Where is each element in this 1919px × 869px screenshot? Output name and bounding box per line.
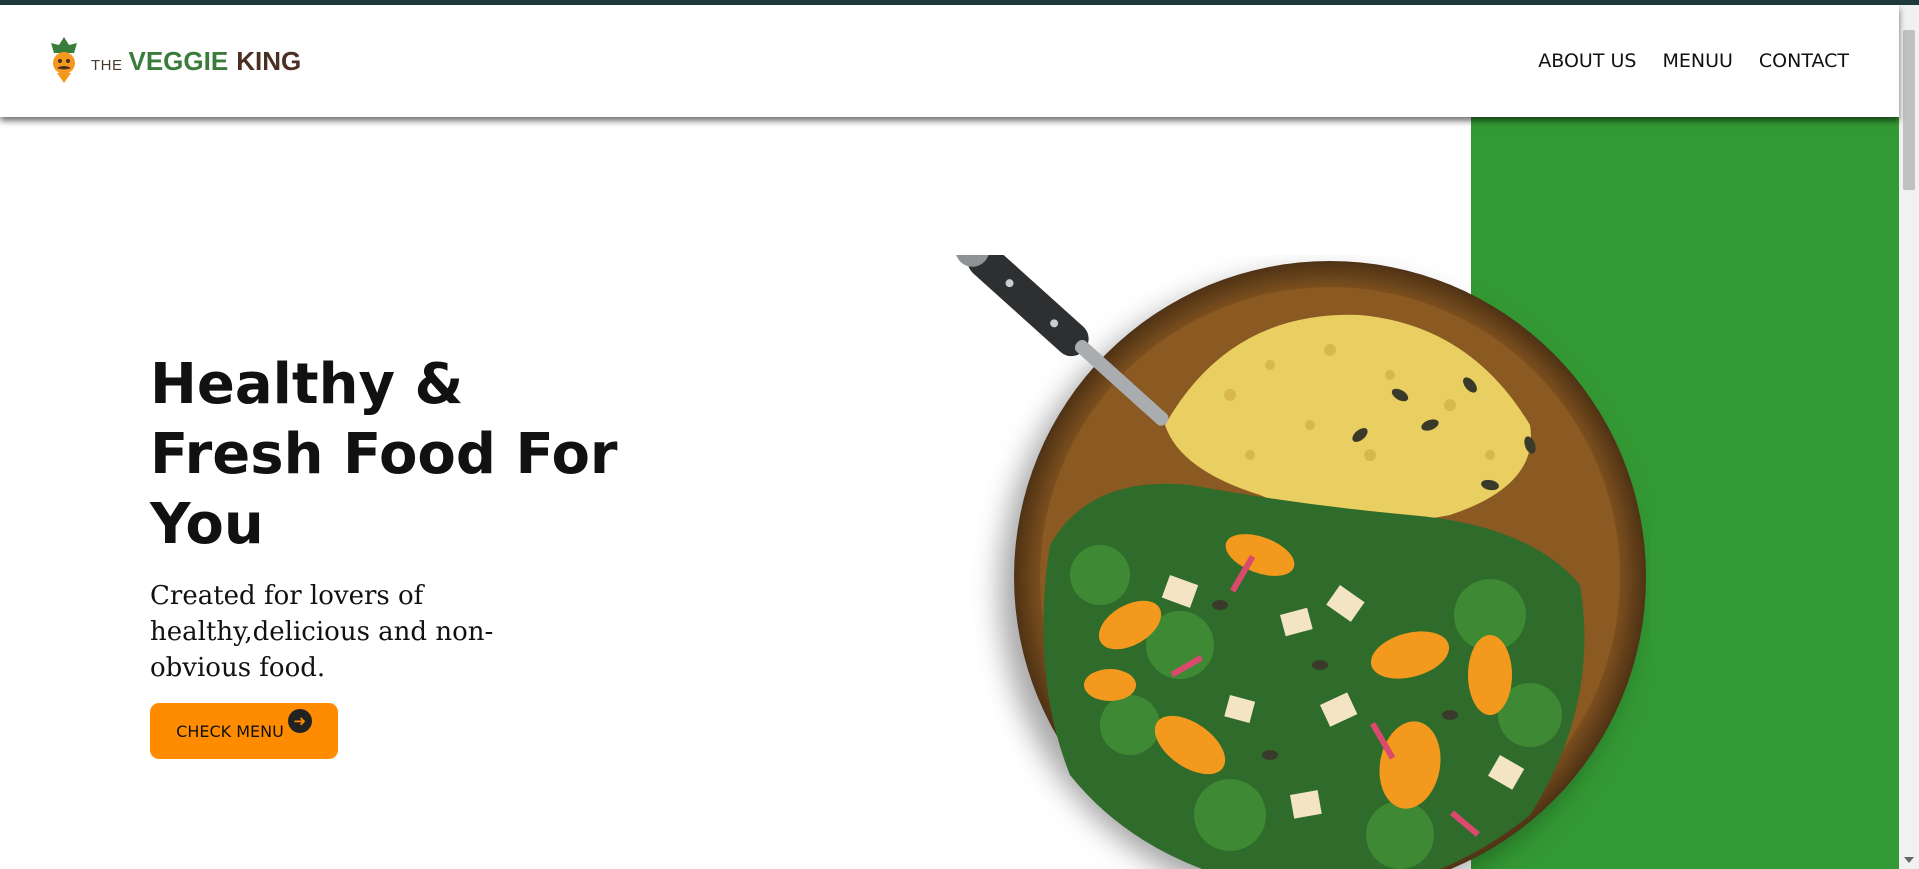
scrollbar-thumb[interactable] — [1903, 30, 1915, 190]
page-scrollbar[interactable] — [1899, 5, 1919, 869]
hero-title: Healthy & Fresh Food For You — [150, 350, 620, 560]
nav-about-us[interactable]: ABOUT US — [1538, 50, 1636, 72]
brand-king: KING — [236, 45, 302, 76]
site-header: THE VEGGIE KING ABOUT US MENUU CONTACT — [0, 5, 1899, 117]
salad-bowl-illustration — [955, 255, 1646, 869]
check-menu-button[interactable]: CHECK MENU ➜ — [150, 703, 338, 759]
brand-wordmark: THE VEGGIE KING — [91, 46, 301, 77]
nav-contact[interactable]: CONTACT — [1759, 50, 1849, 72]
scroll-down-arrow-icon[interactable] — [1904, 857, 1914, 863]
hero-subtitle: Created for lovers of healthy,delicious … — [150, 581, 494, 683]
main-nav: ABOUT US MENUU CONTACT — [1538, 50, 1849, 72]
brand-veggie: VEGGIE — [128, 45, 229, 76]
check-menu-label: CHECK MENU — [176, 721, 284, 741]
nav-menu[interactable]: MENUU — [1662, 50, 1732, 72]
hero-title-line-2: Fresh Food For — [150, 422, 618, 487]
salad-bowl-image — [930, 255, 1650, 869]
hero-title-line-1: Healthy & — [150, 352, 464, 417]
veggie-king-logo-icon — [51, 37, 77, 83]
brand-the: THE — [91, 56, 123, 74]
arrow-right-circle-icon: ➜ — [287, 709, 312, 733]
brand-logo[interactable]: THE VEGGIE KING — [47, 35, 301, 87]
hero-title-line-3: You — [150, 492, 264, 557]
